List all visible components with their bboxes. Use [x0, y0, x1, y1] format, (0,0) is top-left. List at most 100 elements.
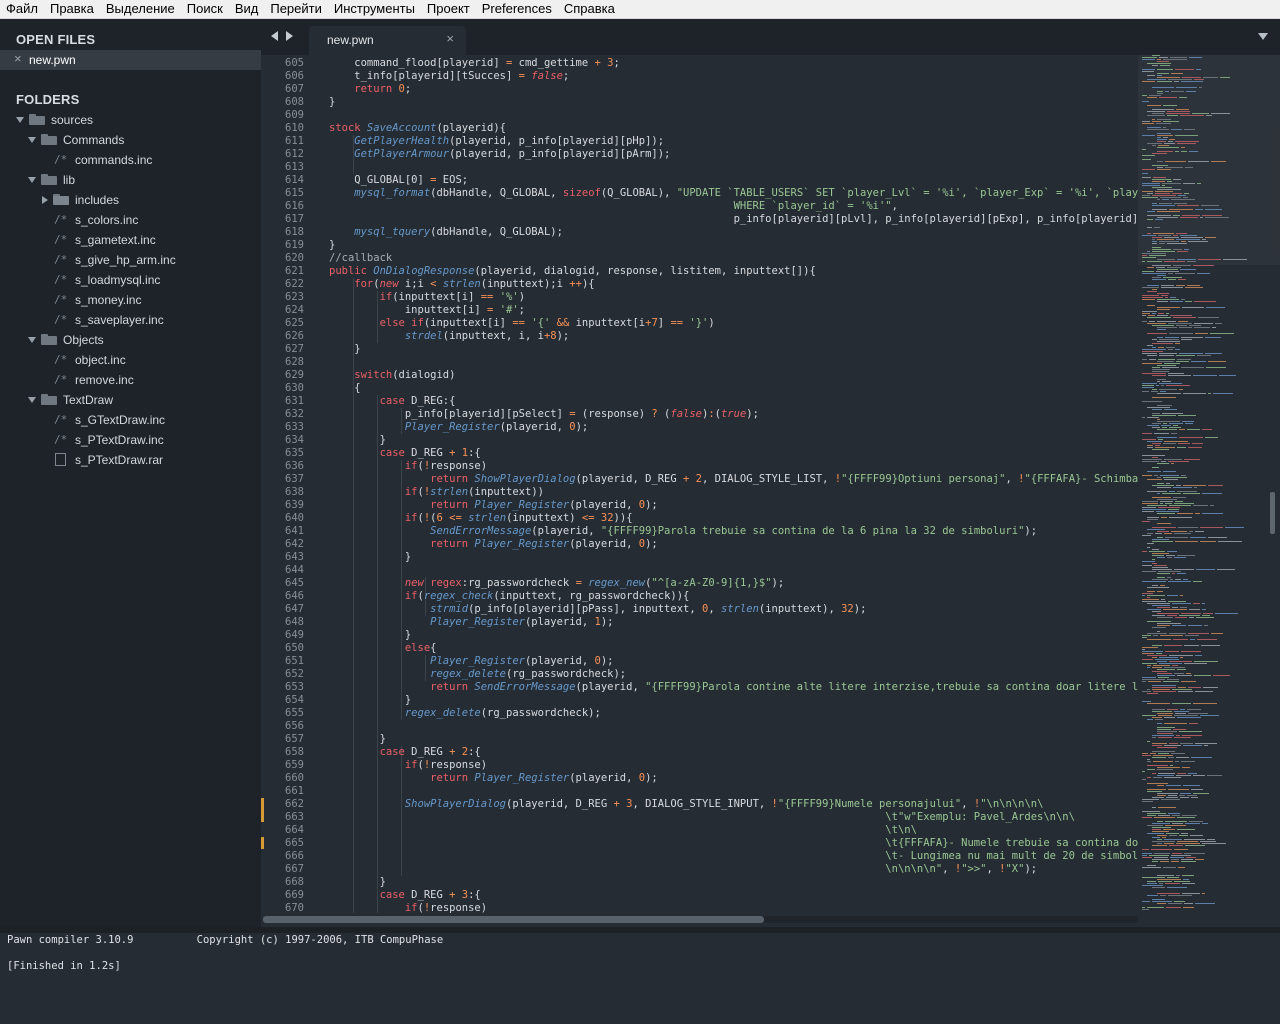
code-line[interactable]: }: [329, 239, 335, 252]
code-line[interactable]: if(!response): [329, 902, 487, 913]
chevron-down-icon[interactable]: [1258, 33, 1268, 40]
file-item[interactable]: /* commands.inc: [0, 150, 261, 170]
code-line[interactable]: strmid(p_info[playerid][pPass], inputtex…: [329, 603, 866, 616]
code-line[interactable]: return SendErrorMessage(playerid, "{FFFF…: [329, 681, 1138, 694]
build-output-panel[interactable]: Pawn compiler 3.10.9 Copyright (c) 1997-…: [0, 933, 1280, 1024]
code-line[interactable]: Player_Register(playerid, 0);: [329, 421, 588, 434]
code-line[interactable]: public OnDialogResponse(playerid, dialog…: [329, 265, 816, 278]
file-item[interactable]: /* remove.inc: [0, 370, 261, 390]
code-line[interactable]: \t\n\: [329, 824, 917, 837]
folder-item[interactable]: TextDraw: [0, 390, 261, 410]
code-line[interactable]: GetPlayerHealth(playerid, p_info[playeri…: [329, 135, 664, 148]
code-line[interactable]: Player_Register(playerid, 0);: [329, 655, 613, 668]
file-item[interactable]: /* s_saveplayer.inc: [0, 310, 261, 330]
disclosure-open-icon[interactable]: [16, 117, 24, 123]
code-line[interactable]: }: [329, 343, 360, 356]
code-line[interactable]: mysql_tquery(dbHandle, Q_GLOBAL);: [329, 226, 563, 239]
code-line[interactable]: GetPlayerArmour(playerid, p_info[playeri…: [329, 148, 670, 161]
code-line[interactable]: }: [329, 876, 386, 889]
code-line[interactable]: command_flood[playerid] = cmd_gettime + …: [329, 57, 620, 70]
file-item[interactable]: s_PTextDraw.rar: [0, 450, 261, 470]
code-line[interactable]: if(regex_check(inputtext, rg_passwordche…: [329, 590, 690, 603]
code-line[interactable]: if(!strlen(inputtext)): [329, 486, 544, 499]
code-line[interactable]: }: [329, 629, 411, 642]
code-line[interactable]: \n\n\n\n", !">>", !"X");: [329, 863, 1037, 876]
code-line[interactable]: SendErrorMessage(playerid, "{FFFF99}Paro…: [329, 525, 1037, 538]
code-line[interactable]: return 0;: [329, 83, 411, 96]
code-line[interactable]: mysql_format(dbHandle, Q_GLOBAL, sizeof(…: [329, 187, 1138, 200]
disclosure-open-icon[interactable]: [28, 397, 36, 403]
minimap[interactable]: [1138, 55, 1280, 913]
code-line[interactable]: case D_REG:{: [329, 395, 456, 408]
code-line[interactable]: regex_delete(rg_passwordcheck);: [329, 668, 626, 681]
code-line[interactable]: if(!(6 <= strlen(inputtext) <= 32)){: [329, 512, 633, 525]
file-item[interactable]: /* object.inc: [0, 350, 261, 370]
code-line[interactable]: \t{FFFAFA}- Numele trebuie sa contina do…: [329, 837, 1138, 850]
code-line[interactable]: \t- Lungimea nu mai mult de 20 de simbol…: [329, 850, 1138, 863]
code-line[interactable]: return Player_Register(playerid, 0);: [329, 538, 658, 551]
code-line[interactable]: return Player_Register(playerid, 0);: [329, 499, 658, 512]
code-line[interactable]: \t"w"Exemplu: Pavel_Ardes\n\n\: [329, 811, 1075, 824]
code-area[interactable]: command_flood[playerid] = cmd_gettime + …: [329, 55, 1138, 913]
file-item[interactable]: /* s_give_hp_arm.inc: [0, 250, 261, 270]
tab-new-pwn[interactable]: new.pwn ×: [309, 26, 466, 55]
menu-item[interactable]: Поиск: [181, 0, 229, 18]
code-line[interactable]: p_info[playerid][pLvl], p_info[playerid]…: [329, 213, 1138, 226]
code-line[interactable]: Q_GLOBAL[0] = EOS;: [329, 174, 468, 187]
code-line[interactable]: {: [329, 382, 360, 395]
menu-item[interactable]: Справка: [558, 0, 621, 18]
code-line[interactable]: new regex:rg_passwordcheck = regex_new("…: [329, 577, 784, 590]
disclosure-closed-icon[interactable]: [42, 196, 48, 204]
close-file-icon[interactable]: ×: [14, 51, 22, 66]
disclosure-open-icon[interactable]: [28, 177, 36, 183]
code-line[interactable]: }: [329, 551, 411, 564]
code-line[interactable]: p_info[playerid][pSelect] = (response) ?…: [329, 408, 759, 421]
code-line[interactable]: else if(inputtext[i] == '{' && inputtext…: [329, 317, 715, 330]
code-line[interactable]: if(!response): [329, 460, 487, 473]
code-line[interactable]: WHERE `player_id` = '%i'",: [329, 200, 898, 213]
menu-item[interactable]: Выделение: [100, 0, 181, 18]
code-line[interactable]: switch(dialogid): [329, 369, 455, 382]
code-line[interactable]: case D_REG + 1:{: [329, 447, 481, 460]
menu-item[interactable]: Правка: [44, 0, 100, 18]
disclosure-open-icon[interactable]: [28, 137, 36, 143]
code-line[interactable]: }: [329, 733, 386, 746]
code-line[interactable]: ShowPlayerDialog(playerid, D_REG + 3, DI…: [329, 798, 1044, 811]
menu-item[interactable]: Проект: [421, 0, 476, 18]
file-item[interactable]: /* s_money.inc: [0, 290, 261, 310]
code-line[interactable]: regex_delete(rg_passwordcheck);: [329, 707, 601, 720]
folder-item[interactable]: Objects: [0, 330, 261, 350]
file-item[interactable]: /* s_gametext.inc: [0, 230, 261, 250]
disclosure-open-icon[interactable]: [28, 337, 36, 343]
file-item[interactable]: /* s_PTextDraw.inc: [0, 430, 261, 450]
code-line[interactable]: for(new i;i < strlen(inputtext);i ++){: [329, 278, 594, 291]
tab-close-icon[interactable]: ×: [446, 31, 454, 46]
open-file-item[interactable]: × new.pwn: [0, 50, 261, 70]
menu-item[interactable]: Инструменты: [328, 0, 421, 18]
triangle-right-icon[interactable]: [286, 31, 293, 41]
folder-item[interactable]: includes: [0, 190, 261, 210]
code-line[interactable]: //callback: [329, 252, 392, 265]
code-line[interactable]: if(!response): [329, 759, 487, 772]
file-item[interactable]: /* s_GTextDraw.inc: [0, 410, 261, 430]
code-line[interactable]: Player_Register(playerid, 1);: [329, 616, 613, 629]
code-line[interactable]: case D_REG + 2:{: [329, 746, 481, 759]
menu-item[interactable]: Вид: [229, 0, 265, 18]
file-item[interactable]: /* s_loadmysql.inc: [0, 270, 261, 290]
triangle-left-icon[interactable]: [271, 31, 278, 41]
code-line[interactable]: }: [329, 694, 411, 707]
vertical-scrollbar-thumb[interactable]: [1270, 492, 1275, 534]
code-line[interactable]: return ShowPlayerDialog(playerid, D_REG …: [329, 473, 1138, 486]
code-line[interactable]: else{: [329, 642, 437, 655]
code-line[interactable]: strdel(inputtext, i, i+8);: [329, 330, 569, 343]
code-line[interactable]: t_info[playerid][tSucces] = false;: [329, 70, 569, 83]
folder-item[interactable]: sources: [0, 110, 261, 130]
horizontal-scrollbar[interactable]: [263, 916, 1138, 923]
folder-item[interactable]: Commands: [0, 130, 261, 150]
code-line[interactable]: inputtext[i] = '#';: [329, 304, 525, 317]
menu-item[interactable]: Перейти: [264, 0, 328, 18]
menu-item[interactable]: Preferences: [476, 0, 558, 18]
menu-item[interactable]: Файл: [0, 0, 44, 18]
code-line[interactable]: if(inputtext[i] == '%'): [329, 291, 525, 304]
file-item[interactable]: /* s_colors.inc: [0, 210, 261, 230]
